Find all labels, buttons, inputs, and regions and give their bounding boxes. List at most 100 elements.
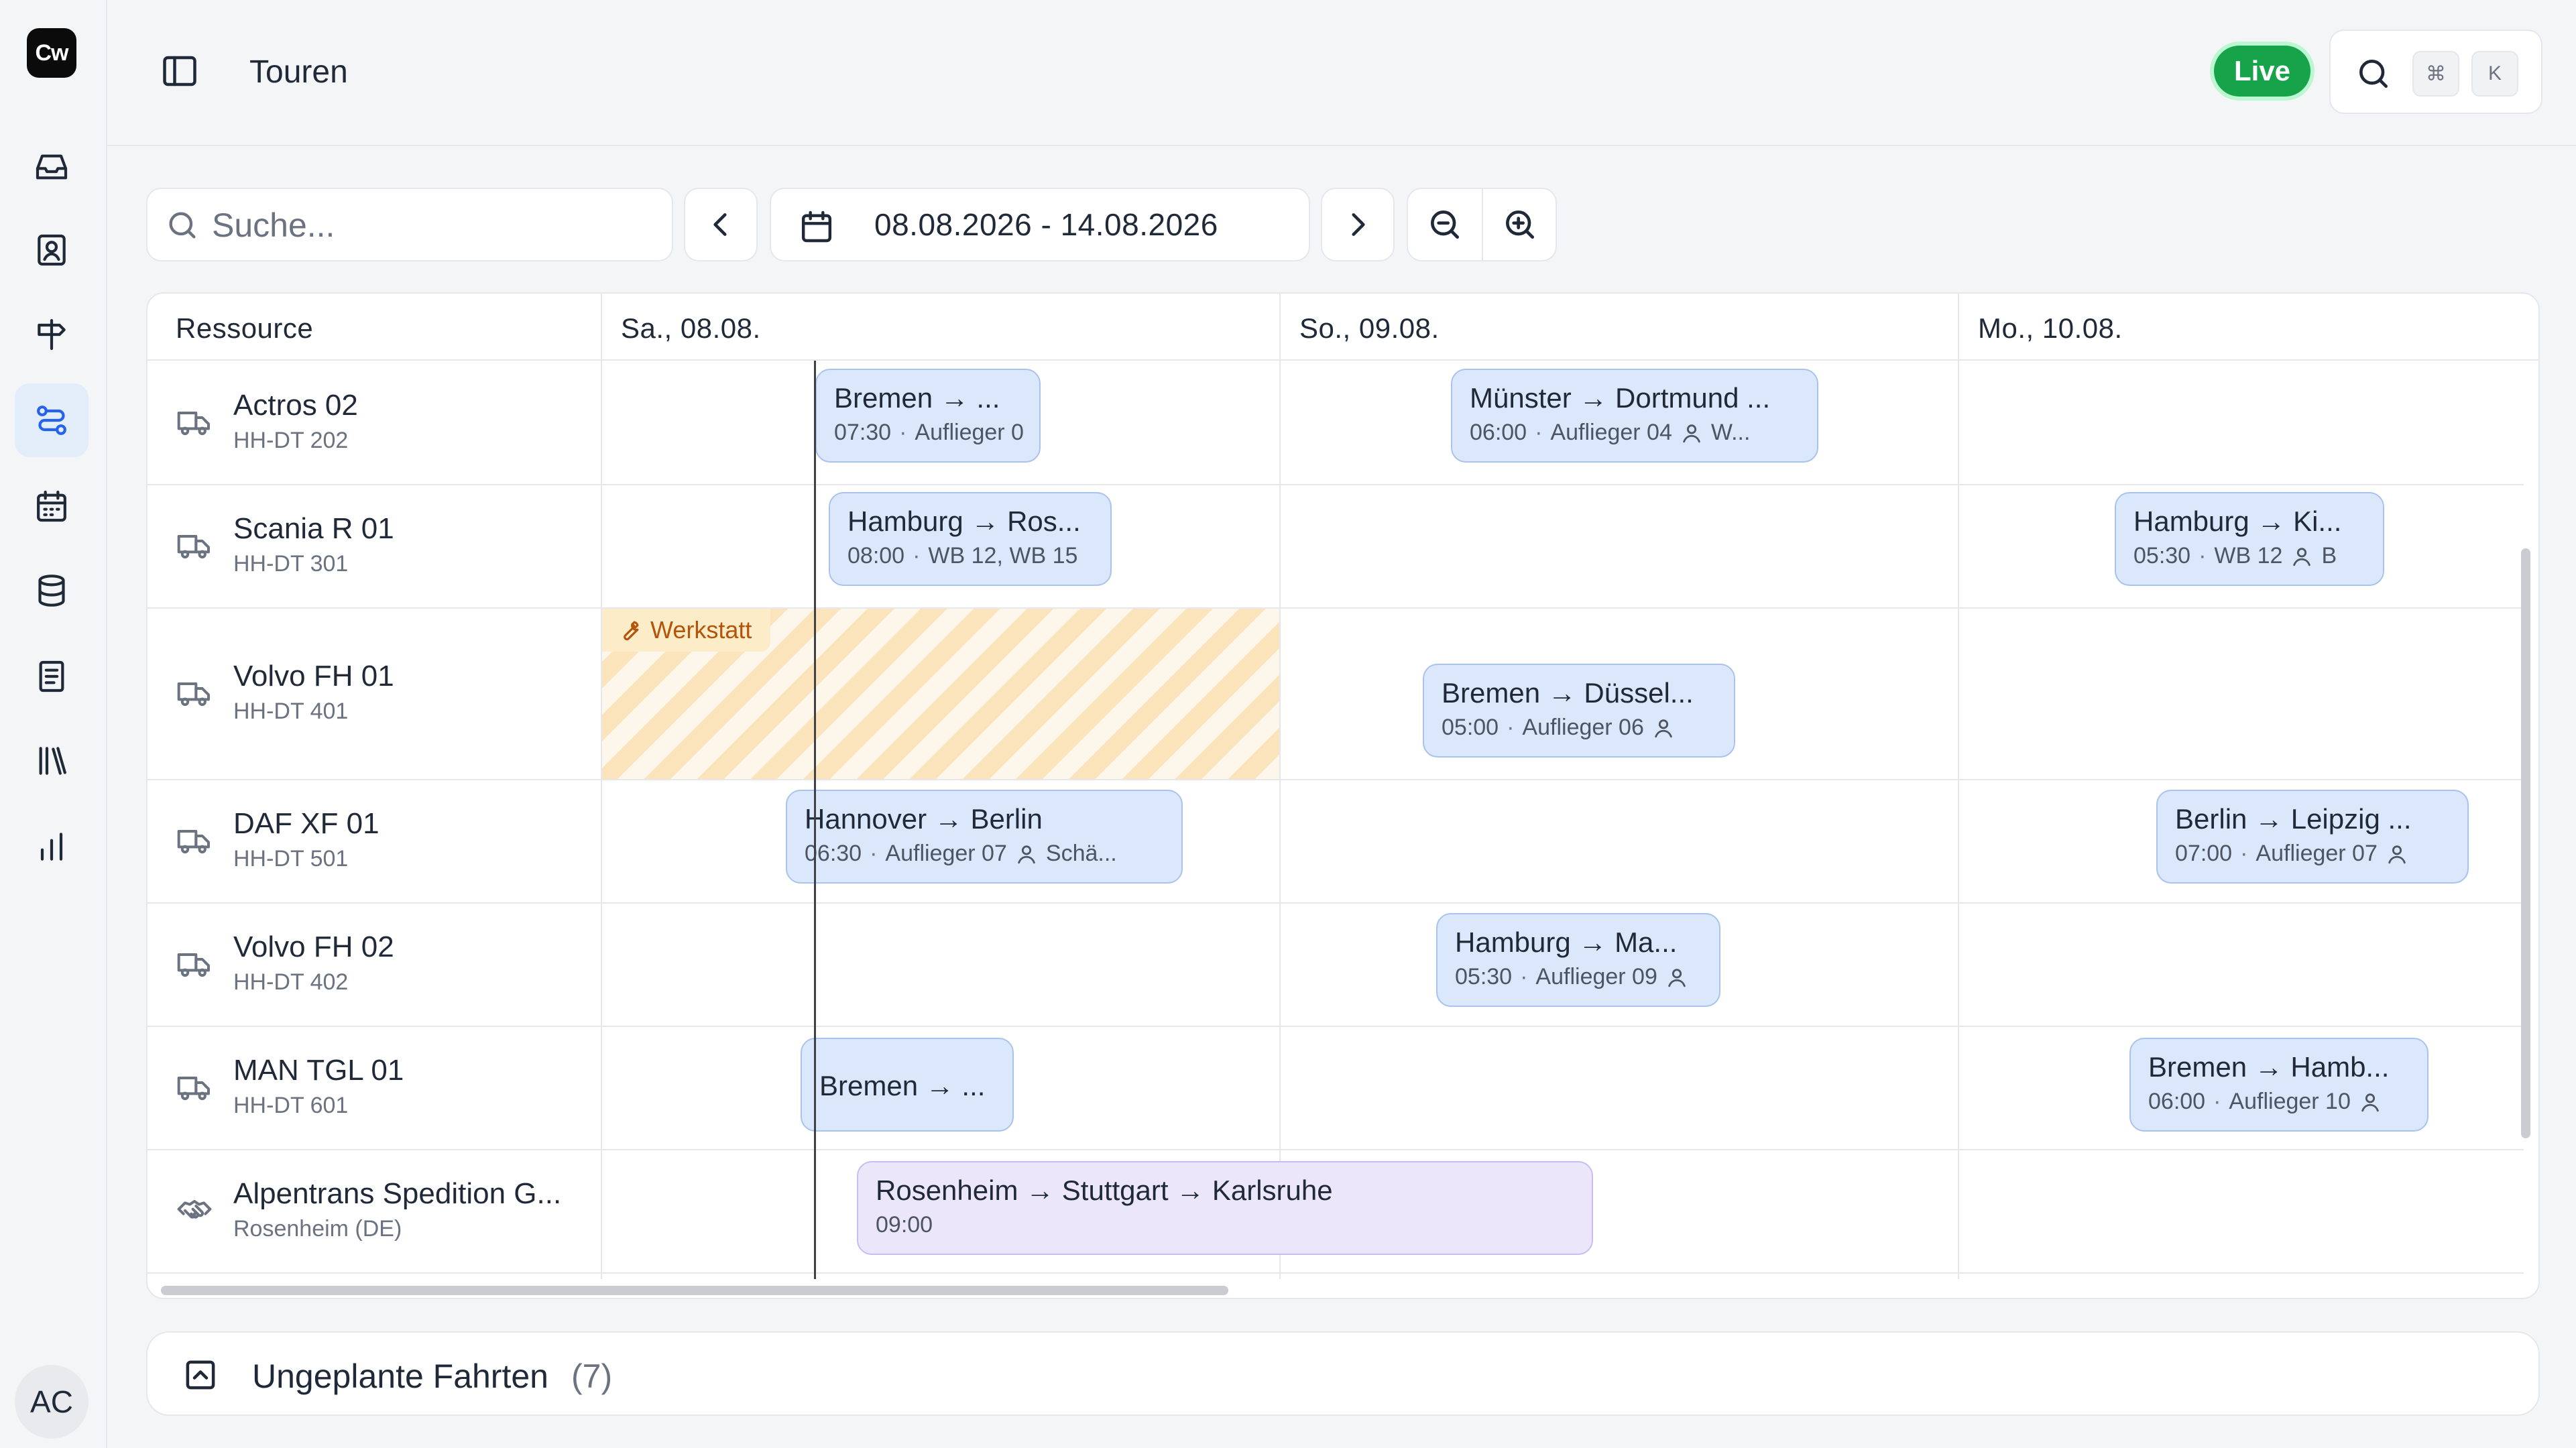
tour-time: 06:00 — [1470, 420, 1527, 445]
search-input[interactable] — [212, 201, 654, 249]
tour-time: 08:00 — [847, 543, 905, 568]
shortcut-key-cmd: ⌘ — [2412, 51, 2459, 97]
calendar-icon — [801, 210, 832, 243]
previous-week-button[interactable] — [684, 188, 758, 261]
contacts-icon[interactable] — [15, 213, 89, 287]
search-field[interactable] — [146, 188, 673, 261]
tour-event[interactable]: Bremen → Düssel... 05:00 · Auflieger 06 — [1423, 664, 1735, 758]
tour-time: 05:00 — [1442, 715, 1499, 740]
resource-name: MAN TGL 01 — [233, 1054, 404, 1087]
resource-row[interactable]: Actros 02 HH-DT 202 — [148, 361, 601, 484]
vertical-scrollbar[interactable] — [2521, 548, 2530, 1138]
zoom-in-button[interactable] — [1483, 189, 1557, 260]
tour-event[interactable]: Hamburg → Ma... 05:30 · Auflieger 09 — [1436, 913, 1720, 1007]
tour-meta: 05:00 · Auflieger 06 — [1442, 715, 1675, 741]
zoom-controls — [1407, 188, 1557, 261]
chart-icon[interactable] — [15, 810, 89, 884]
tour-title: Bremen → ... — [834, 382, 1000, 414]
day-header-sat[interactable]: Sa., 08.08. — [621, 312, 761, 345]
handshake-icon — [177, 1200, 212, 1219]
zoom-out-button[interactable] — [1408, 189, 1482, 260]
document-icon[interactable] — [15, 640, 89, 713]
tour-trailer: Auflieger 10 — [2229, 1089, 2351, 1114]
tour-title: Bremen → Hamb... — [2148, 1051, 2390, 1083]
tour-event[interactable]: Hamburg → Ki... 05:30 · WB 12 B — [2115, 492, 2384, 586]
tour-meta: 08:00 · WB 12, WB 15 — [847, 543, 1078, 568]
tour-event[interactable]: Berlin → Leipzig ... 07:00 · Auflieger 07 — [2156, 790, 2469, 884]
driver-icon — [1668, 968, 1686, 987]
tour-title: Hamburg → Ma... — [1455, 926, 1678, 958]
truck-icon — [177, 682, 210, 707]
column-divider — [601, 294, 602, 1279]
resource-column-header: Ressource — [176, 312, 314, 344]
signpost-icon[interactable] — [15, 298, 89, 371]
resource-plate: HH-DT 301 — [233, 551, 349, 577]
tour-time: 07:00 — [2175, 841, 2233, 866]
subcontractor-tour-event[interactable]: Rosenheim → Stuttgart → Karlsruhe 09:00 — [857, 1161, 1593, 1255]
unplanned-trips-panel[interactable]: Ungeplante Fahrten (7) — [146, 1331, 2540, 1416]
next-week-button[interactable] — [1321, 188, 1395, 261]
tour-meta: 06:00 · Auflieger 10 — [2148, 1089, 2382, 1115]
truck-icon — [177, 412, 210, 436]
tour-time: 07:30 — [834, 420, 892, 445]
calendar-icon[interactable] — [15, 469, 89, 543]
zoom-out-icon — [1431, 210, 1459, 239]
resource-row[interactable]: DAF XF 01 HH-DT 501 — [148, 779, 601, 902]
current-time-indicator — [814, 361, 816, 1279]
driver-icon — [1018, 845, 1035, 863]
tour-trailer: Auflieger 09 — [1535, 964, 1657, 989]
avatar[interactable]: AC — [15, 1365, 89, 1439]
truck-icon — [177, 1077, 210, 1101]
resource-name: Scania R 01 — [233, 512, 394, 545]
driver-icon — [1683, 424, 1700, 442]
routes-icon[interactable] — [15, 383, 89, 457]
page-title: Touren — [249, 54, 348, 90]
inbox-icon[interactable] — [15, 130, 89, 204]
driver-icon — [2361, 1093, 2379, 1111]
command-search-button[interactable]: ⌘ K — [2329, 29, 2542, 114]
date-range-picker[interactable]: 08.08.2026 - 14.08.2026 — [770, 188, 1310, 261]
resource-plate: HH-DT 501 — [233, 846, 349, 871]
tour-schedule-grid: Ressource Sa., 08.08. So., 09.08. Mo., 1… — [146, 292, 2540, 1299]
resource-row[interactable]: Alpentrans Spedition G... Rosenheim (DE) — [148, 1149, 601, 1272]
unplanned-trips-count: (7) — [571, 1358, 613, 1395]
resource-row[interactable]: Volvo FH 01 HH-DT 401 — [148, 607, 601, 779]
sidebar-toggle-icon[interactable] — [160, 51, 200, 91]
live-badge[interactable]: Live — [2214, 46, 2310, 97]
shortcut-key-k: K — [2471, 51, 2518, 97]
column-divider — [1279, 294, 1281, 1279]
resource-plate: HH-DT 402 — [233, 969, 349, 995]
tour-time: 05:30 — [1455, 964, 1513, 989]
tour-driver: Schä... — [1045, 841, 1117, 866]
tour-title: Berlin → Leipzig ... — [2175, 803, 2412, 835]
tour-event[interactable]: Bremen → Hamb... 06:00 · Auflieger 10 — [2129, 1038, 2428, 1132]
column-divider — [1958, 294, 1959, 1279]
driver-icon — [2293, 547, 2311, 566]
tour-event[interactable]: Bremen → ... — [801, 1038, 1014, 1132]
resource-row[interactable]: MAN TGL 01 HH-DT 601 — [148, 1026, 601, 1149]
tour-meta: 07:00 · Auflieger 07 — [2175, 841, 2408, 867]
resource-plate: HH-DT 601 — [233, 1093, 349, 1118]
library-icon[interactable] — [15, 724, 89, 798]
tour-meta: 09:00 — [876, 1212, 933, 1238]
resource-row[interactable]: Volvo FH 02 HH-DT 402 — [148, 902, 601, 1026]
tour-title: Rosenheim → Stuttgart → Karlsruhe — [876, 1174, 1333, 1206]
tour-event[interactable]: Bremen → ... 07:30 · Auflieger 0 — [815, 369, 1041, 463]
tour-trailer: Auflieger 0 — [915, 420, 1024, 445]
app-logo[interactable]: Cw — [27, 28, 76, 78]
resource-row[interactable]: Scania R 01 HH-DT 301 — [148, 484, 601, 607]
chevron-left-icon — [713, 213, 727, 236]
resource-location: Rosenheim (DE) — [233, 1216, 402, 1242]
workshop-label: Werkstatt — [650, 616, 752, 644]
driver-icon — [2388, 845, 2406, 863]
truck-icon — [177, 953, 210, 977]
expand-panel-icon[interactable] — [182, 1357, 219, 1393]
database-icon[interactable] — [15, 554, 89, 627]
horizontal-scrollbar[interactable] — [161, 1286, 1228, 1295]
day-header-mon[interactable]: Mo., 10.08. — [1978, 312, 2123, 345]
tour-event[interactable]: Münster → Dortmund ... 06:00 · Auflieger 0… — [1451, 369, 1818, 463]
day-header-sun[interactable]: So., 09.08. — [1299, 312, 1440, 345]
tour-event[interactable]: Hannover → Berlin 06:30 · Auflieger 07 Sch… — [786, 790, 1183, 884]
tour-title: Bremen → Düssel... — [1442, 677, 1694, 709]
tour-event[interactable]: Hamburg → Ros... 08:00 · WB 12, WB 15 — [829, 492, 1112, 586]
